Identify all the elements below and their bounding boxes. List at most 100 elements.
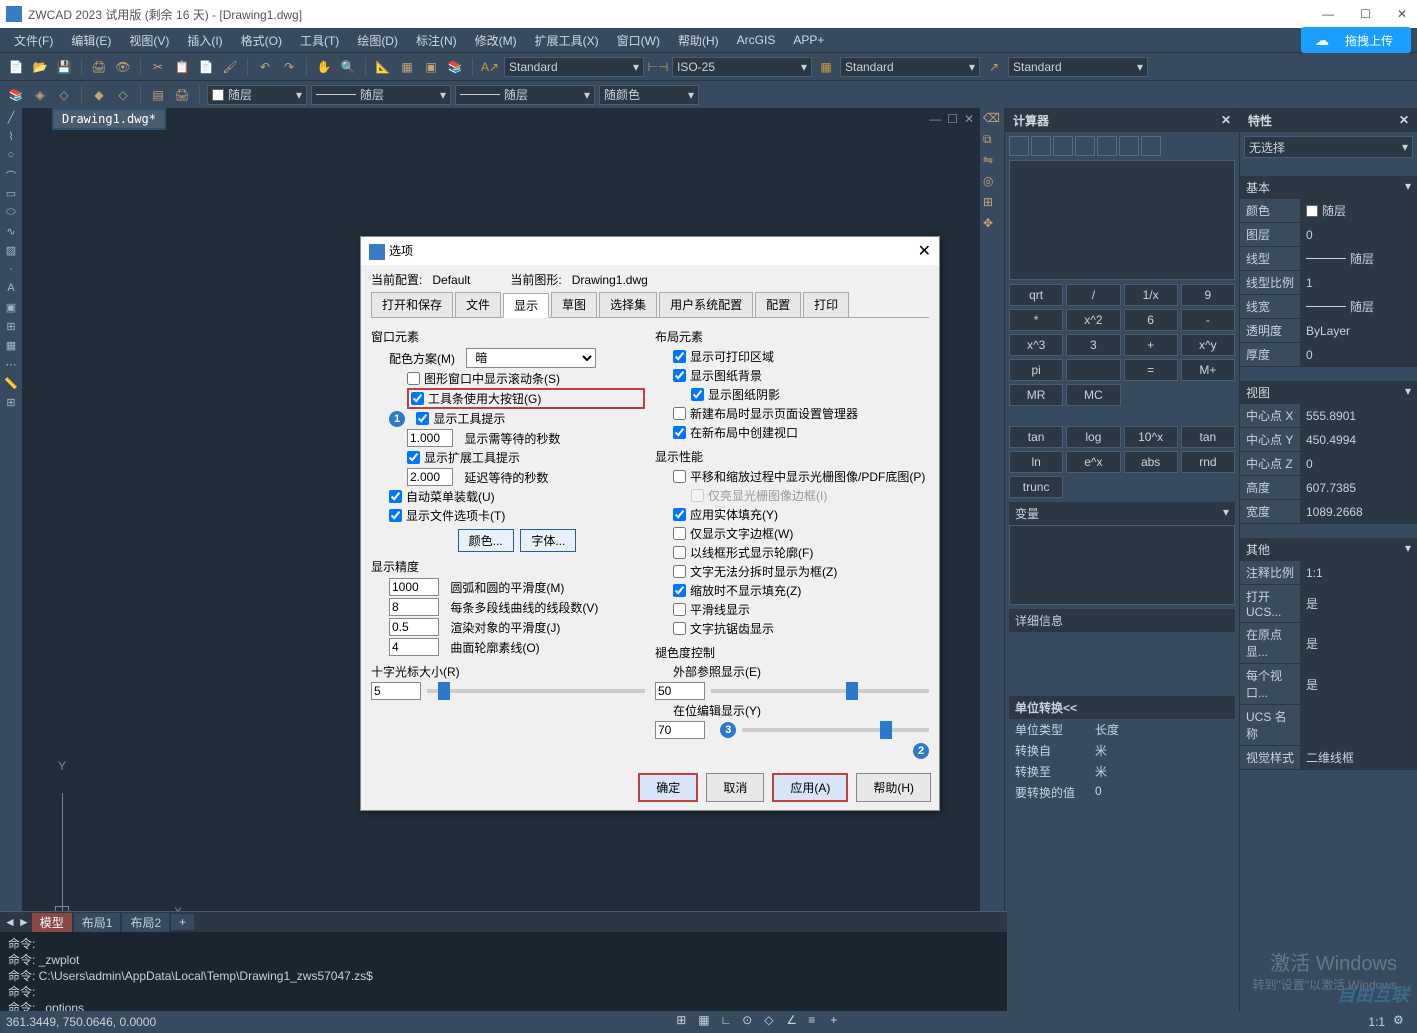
hatch-icon[interactable]: ▨	[3, 244, 19, 260]
prop-row[interactable]: 在原点显...是	[1240, 623, 1417, 664]
circle-icon[interactable]: ○	[3, 149, 19, 165]
prop-row[interactable]: 中心点 Z0	[1240, 452, 1417, 476]
calc-btn[interactable]: qrt	[1009, 284, 1063, 306]
menu-draw[interactable]: 绘图(D)	[349, 30, 406, 51]
preview-icon[interactable]: 👁	[114, 58, 132, 76]
calc-btn[interactable]: e^x	[1066, 451, 1120, 473]
ext-tooltip-delay-input[interactable]	[407, 468, 453, 486]
redo-icon[interactable]: ↷	[280, 58, 298, 76]
doc-close-icon[interactable]: ✕	[964, 112, 974, 126]
calc-btn[interactable]: 10^x	[1124, 426, 1178, 448]
polyline-segs-input[interactable]	[389, 598, 439, 616]
dyn-icon[interactable]: +	[830, 1013, 848, 1031]
ortho-icon[interactable]: ∟	[720, 1013, 738, 1031]
table-icon[interactable]: ▦	[398, 58, 416, 76]
calc-btn[interactable]: x^2	[1066, 309, 1120, 331]
dialog-close-icon[interactable]: ✕	[918, 241, 931, 261]
edit-fade-slider[interactable]	[742, 728, 929, 732]
xref-fade-slider[interactable]	[711, 689, 929, 693]
new-icon[interactable]: 📄	[7, 58, 25, 76]
lineweight-combo[interactable]: 随层▾	[455, 85, 595, 105]
calc-btn[interactable]: trunc	[1009, 476, 1063, 498]
prop-row[interactable]: 宽度1089.2668	[1240, 500, 1417, 524]
calc-btn[interactable]: abs	[1124, 451, 1178, 473]
tooltip-delay-input[interactable]	[407, 429, 453, 447]
tab-open-save[interactable]: 打开和保存	[371, 292, 453, 317]
tab-display[interactable]: 显示	[503, 293, 549, 318]
spline-icon[interactable]: ∿	[3, 225, 19, 241]
smooth-line-checkbox[interactable]	[673, 603, 686, 616]
calc-btn[interactable]: /	[1066, 284, 1120, 306]
pan-icon[interactable]: ✋	[315, 58, 333, 76]
menu-ext[interactable]: 扩展工具(X)	[527, 30, 607, 51]
tab-files[interactable]: 文件	[455, 292, 501, 317]
calc-btn[interactable]: 3	[1066, 334, 1120, 356]
save-icon[interactable]: 💾	[55, 58, 73, 76]
grid-toggle-icon[interactable]: ▦	[698, 1013, 716, 1031]
calc-history-icon[interactable]	[1031, 136, 1051, 156]
point-icon[interactable]: ·	[3, 263, 19, 279]
document-tab[interactable]: Drawing1.dwg*	[52, 108, 166, 130]
calc-btn[interactable]: 1/x	[1124, 284, 1178, 306]
maximize-button[interactable]: ☐	[1356, 7, 1375, 21]
text-as-box-checkbox[interactable]	[673, 565, 686, 578]
tab-user[interactable]: 用户系统配置	[659, 292, 753, 317]
block-insert-icon[interactable]: ⊞	[3, 320, 19, 336]
more-icon[interactable]: ⋯	[3, 358, 19, 374]
calculator-close-icon[interactable]: ✕	[1221, 113, 1231, 127]
arc-icon[interactable]: ⌒	[3, 168, 19, 184]
calc-display[interactable]	[1009, 160, 1235, 280]
layer-walk-icon[interactable]: ◇	[114, 86, 132, 104]
calc-btn[interactable]	[1066, 359, 1120, 381]
tab-nav-next-icon[interactable]: ►	[18, 915, 30, 929]
layout2-tab[interactable]: 布局2	[122, 913, 169, 932]
ok-button[interactable]: 确定	[638, 773, 698, 802]
array-icon[interactable]: ⊞	[983, 195, 1001, 213]
panzoom-raster-checkbox[interactable]	[673, 470, 686, 483]
prop-row[interactable]: 线宽随层	[1240, 295, 1417, 319]
rect-icon[interactable]: ▭	[3, 187, 19, 203]
undo-icon[interactable]: ↶	[256, 58, 274, 76]
plot-icon[interactable]: 🖨	[173, 86, 191, 104]
contour-lines-input[interactable]	[389, 638, 439, 656]
cancel-button[interactable]: 取消	[706, 773, 764, 802]
polar-icon[interactable]: ⊙	[742, 1013, 760, 1031]
text-style-combo[interactable]: Standard▾	[504, 57, 644, 77]
prop-row[interactable]: 图层0	[1240, 223, 1417, 247]
text-frame-checkbox[interactable]	[673, 527, 686, 540]
calc-btn[interactable]: x^3	[1009, 334, 1063, 356]
prop-row[interactable]: UCS 名称	[1240, 705, 1417, 746]
calc-clear-icon[interactable]	[1009, 136, 1029, 156]
calc-btn[interactable]: MC	[1066, 384, 1120, 406]
grid-icon[interactable]: ⊞	[3, 396, 19, 412]
prop-row[interactable]: 每个视口...是	[1240, 664, 1417, 705]
menu-view[interactable]: 视图(V)	[121, 30, 177, 51]
layer-mgr-icon[interactable]: 📚	[7, 86, 25, 104]
text-style-icon[interactable]: A↗	[481, 58, 499, 76]
calc-btn[interactable]: M+	[1181, 359, 1235, 381]
doc-minimize-icon[interactable]: —	[929, 112, 941, 126]
unit-conv-header[interactable]: 单位转换<<	[1009, 696, 1235, 719]
tab-nav-prev-icon[interactable]: ◄	[4, 915, 16, 929]
menu-tools[interactable]: 工具(T)	[292, 30, 347, 51]
menu-help[interactable]: 帮助(H)	[670, 30, 727, 51]
layer-iso-icon[interactable]: ◈	[31, 86, 49, 104]
menu-app[interactable]: APP+	[785, 31, 832, 49]
pagesetup-checkbox[interactable]	[673, 407, 686, 420]
layout1-tab[interactable]: 布局1	[74, 913, 121, 932]
menu-arcgis[interactable]: ArcGIS	[729, 31, 784, 49]
region-icon[interactable]: ▣	[3, 301, 19, 317]
paper-bg-checkbox[interactable]	[673, 369, 686, 382]
apply-button[interactable]: 应用(A)	[772, 773, 848, 802]
dim-style-icon[interactable]: ⊢⊣	[649, 58, 667, 76]
tooltip-checkbox[interactable]	[416, 412, 429, 425]
mleader-style-combo[interactable]: Standard▾	[1008, 57, 1148, 77]
calc-btn[interactable]: tan	[1181, 426, 1235, 448]
help-button[interactable]: 帮助(H)	[856, 773, 931, 802]
dim-style-combo[interactable]: ISO-25▾	[672, 57, 812, 77]
plotstyle-combo[interactable]: 随颜色▾	[599, 85, 699, 105]
arc-smooth-input[interactable]	[389, 578, 439, 596]
calc-btn[interactable]: pi	[1009, 359, 1063, 381]
prop-row[interactable]: 视觉样式二维线框	[1240, 746, 1417, 770]
close-button[interactable]: ✕	[1393, 7, 1411, 21]
